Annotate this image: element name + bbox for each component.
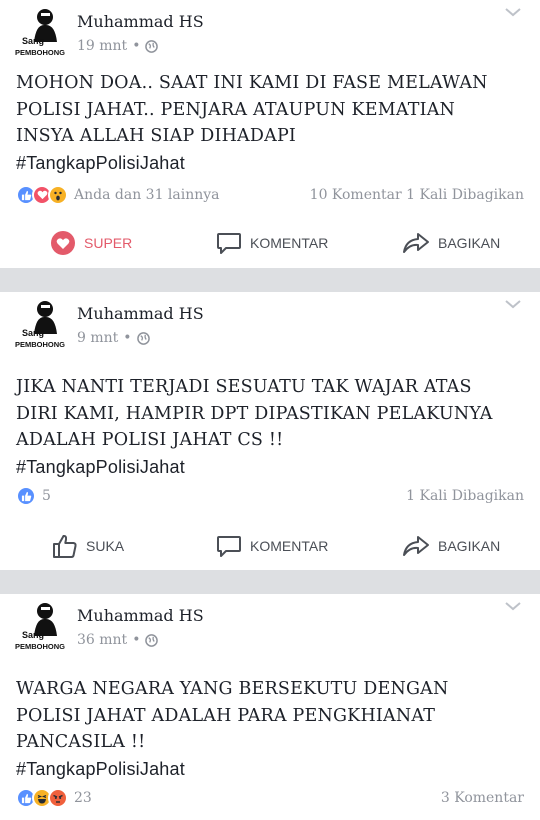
post-card: Sang PEMBOHONG Muhammad HS 9 mnt • JIKA … (0, 292, 540, 570)
globe-icon (145, 633, 159, 647)
comment-button[interactable]: KOMENTAR (216, 534, 328, 558)
post-card: Sang PEMBOHONG Muhammad HS 36 mnt • WARG… (0, 594, 540, 820)
comment-icon (217, 536, 241, 557)
like-label: SUKA (86, 538, 125, 554)
avatar-label-top: Sang (22, 328, 44, 338)
share-icon (403, 233, 429, 253)
hashtag-link[interactable]: #TangkapPolisiJahat (16, 150, 526, 177)
action-bar: SUKA KOMENTAR BAGIKAN (0, 521, 540, 571)
post-meta: 9 mnt • (77, 330, 150, 346)
post-text: JIKA NANTI TERJADI SESUATU TAK WAJAR ATA… (16, 374, 526, 480)
post-header: Sang PEMBOHONG Muhammad HS 19 mnt • (0, 0, 540, 58)
post-text-line: MOHON DOA.. SAAT INI KAMI DI FASE MELAWA… (16, 73, 488, 93)
meta-separator: • (132, 632, 141, 648)
meta-separator: • (123, 330, 132, 346)
avatar-label-top: Sang (22, 630, 44, 640)
post-text-line: WARGA NEGARA YANG BERSEKUTU DENGAN (16, 679, 449, 699)
share-label: BAGIKAN (438, 235, 501, 251)
avatar[interactable]: Sang PEMBOHONG (14, 4, 68, 58)
avatar-label-top: Sang (22, 36, 44, 46)
post-text-line: PANCASILA !! (16, 732, 146, 752)
post-stats: 5 1 Kali Dibagikan (16, 485, 524, 507)
post-stats: 23 3 Komentar (16, 787, 524, 809)
avatar-label-bottom: PEMBOHONG (15, 340, 65, 349)
share-label: BAGIKAN (438, 538, 501, 554)
comment-icon (217, 233, 241, 254)
post-time[interactable]: 9 mnt (77, 330, 118, 346)
post-stats: Anda dan 31 lainnya 10 Komentar 1 Kali D… (16, 184, 524, 206)
post-text-line: DIRI KAMI, HAMPIR DPT DIPASTIKAN PELAKUN… (16, 403, 493, 424)
author-name[interactable]: Muhammad HS (77, 606, 204, 625)
post-text-line: ADALAH POLISI JAHAT CS !! (16, 430, 284, 450)
reaction-count[interactable]: 5 (42, 488, 51, 504)
reaction-count[interactable]: Anda dan 31 lainnya (74, 187, 220, 203)
post-text-line: JIKA NANTI TERJADI SESUATU TAK WAJAR ATA… (16, 377, 472, 397)
share-button[interactable]: BAGIKAN (402, 534, 500, 558)
avatar[interactable]: Sang PEMBOHONG (14, 598, 68, 652)
post-text-line: POLISI JAHAT.. PENJARA ATAUPUN KEMATIAN (16, 99, 456, 120)
reaction-icons[interactable] (16, 788, 68, 808)
super-label: SUPER (84, 235, 133, 251)
love-icon (51, 231, 75, 255)
thumbs-up-icon (53, 534, 77, 558)
chevron-down-icon[interactable] (504, 600, 522, 612)
action-bar: SUPER KOMENTAR BAGIKAN (0, 218, 540, 268)
author-name[interactable]: Muhammad HS (77, 304, 204, 323)
comment-count[interactable]: 3 Komentar (441, 790, 524, 806)
reaction-count[interactable]: 23 (74, 790, 92, 806)
post-meta: 19 mnt • (77, 38, 159, 54)
comment-button[interactable]: KOMENTAR (216, 231, 328, 255)
comment-label: KOMENTAR (250, 235, 329, 251)
globe-icon (145, 39, 159, 53)
angry-reaction-icon (48, 788, 68, 808)
hashtag-link[interactable]: #TangkapPolisiJahat (16, 756, 526, 783)
post-header: Sang PEMBOHONG Muhammad HS 36 mnt • (0, 594, 540, 652)
reaction-icons[interactable] (16, 185, 68, 205)
globe-icon (136, 331, 150, 345)
post-text: MOHON DOA.. SAAT INI KAMI DI FASE MELAWA… (16, 70, 526, 176)
post-text-line: INSYA ALLAH SIAP DIHADAPI (16, 126, 297, 146)
meta-separator: • (132, 38, 141, 54)
comment-label: KOMENTAR (250, 538, 329, 554)
chevron-down-icon[interactable] (504, 6, 522, 18)
post-card: Sang PEMBOHONG Muhammad HS 19 mnt • MOHO… (0, 0, 540, 268)
post-meta: 36 mnt • (77, 632, 159, 648)
wow-reaction-icon (48, 185, 68, 205)
post-text-line: POLISI JAHAT ADALAH PARA PENGKHIANAT (16, 705, 436, 726)
comment-share-count[interactable]: 10 Komentar 1 Kali Dibagikan (310, 187, 524, 203)
share-icon (403, 536, 429, 556)
super-button[interactable]: SUPER (50, 230, 132, 256)
share-count[interactable]: 1 Kali Dibagikan (406, 488, 524, 504)
avatar-label-bottom: PEMBOHONG (15, 48, 65, 57)
share-button[interactable]: BAGIKAN (402, 231, 500, 255)
post-time[interactable]: 19 mnt (77, 38, 127, 54)
like-reaction-icon (16, 486, 36, 506)
avatar-label-bottom: PEMBOHONG (15, 642, 65, 651)
avatar[interactable]: Sang PEMBOHONG (14, 296, 68, 350)
chevron-down-icon[interactable] (504, 298, 522, 310)
like-button[interactable]: SUKA (52, 533, 124, 559)
post-time[interactable]: 36 mnt (77, 632, 127, 648)
hashtag-link[interactable]: #TangkapPolisiJahat (16, 454, 526, 481)
post-text: WARGA NEGARA YANG BERSEKUTU DENGAN POLIS… (16, 676, 526, 782)
reaction-icons[interactable] (16, 486, 36, 506)
author-name[interactable]: Muhammad HS (77, 12, 204, 31)
post-header: Sang PEMBOHONG Muhammad HS 9 mnt • (0, 292, 540, 350)
